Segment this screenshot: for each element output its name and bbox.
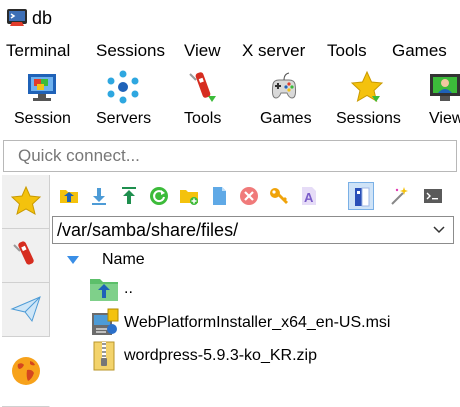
servers-icon [107,70,139,104]
title-bar: db [0,0,460,36]
menu-sessions[interactable]: Sessions [96,41,165,61]
terminal-button[interactable] [420,182,446,210]
globe-icon [12,357,40,385]
sessions-button[interactable]: Sessions [334,66,402,132]
delete-icon [240,187,258,205]
file-name: .. [124,280,133,297]
sftp-toolbar: A [52,178,460,214]
new-file-icon [213,187,226,205]
session-label: Session [14,110,71,127]
session-icon [28,74,56,101]
path-combobox[interactable]: /var/samba/share/files/ [52,216,454,244]
file-row-zip[interactable]: wordpress-5.9.3-ko_KR.zip [88,340,458,372]
view-icon [430,74,460,101]
window-title: db [32,8,53,28]
sidebar-tab-tools[interactable] [2,229,50,283]
sort-descending-icon [67,256,79,264]
file-row-msi[interactable]: WebPlatformInstaller_x64_en-US.msi [88,307,458,339]
file-name: WebPlatformInstaller_x64_en-US.msi [124,314,391,331]
split-view-button[interactable] [348,182,374,210]
download-button[interactable] [86,182,112,210]
tools-icon [13,241,34,265]
upload-icon [122,187,136,204]
refresh-icon [150,187,168,205]
terminal-icon [424,189,442,203]
sidebar-tab-sessions[interactable] [2,175,50,229]
file-row-parent[interactable]: .. [88,273,458,305]
sessions-label: Sessions [336,110,401,127]
parent-folder-icon [90,279,118,301]
delete-button[interactable] [236,182,262,210]
servers-button[interactable]: Servers [94,66,154,132]
text-mode-icon: A [302,187,316,205]
menu-games[interactable]: Games [392,41,447,61]
chevron-down-icon[interactable] [433,224,445,236]
name-column-header[interactable]: Name [102,251,145,269]
msi-installer-icon [92,308,119,335]
parent-directory-icon [60,190,78,203]
sidebar-tabs [2,175,50,407]
menu-tools[interactable]: Tools [327,41,367,61]
main-toolbar: Session Servers Tools Games Sessions Vie… [0,64,460,136]
file-list-header[interactable]: Name [66,250,456,272]
menu-bar: Terminal Sessions View X server Tools Ga… [0,38,460,64]
view-label: View [429,110,460,127]
games-icon [271,72,297,99]
magic-wand-button[interactable] [386,182,412,210]
download-icon [92,188,106,205]
quick-connect-box[interactable] [3,140,457,172]
paper-plane-icon [10,296,41,323]
sidebar-tab-sftp[interactable] [2,337,50,407]
permissions-button[interactable] [266,182,292,210]
current-path[interactable]: /var/samba/share/files/ [57,220,238,241]
zip-archive-icon [93,341,115,371]
file-name: wordpress-5.9.3-ko_KR.zip [124,347,317,364]
session-button[interactable]: Session [14,66,71,132]
refresh-button[interactable] [146,182,172,210]
mobaxterm-app-icon [7,9,27,26]
new-file-button[interactable] [206,182,232,210]
games-button[interactable]: Games [258,66,312,132]
tools-button[interactable]: Tools [182,66,226,132]
star-icon [10,185,42,215]
parent-directory-button[interactable] [56,182,82,210]
games-label: Games [260,110,312,127]
svg-text:A: A [304,190,314,205]
new-folder-button[interactable] [176,182,202,210]
permissions-key-icon [270,188,288,204]
servers-label: Servers [96,110,152,127]
new-folder-icon [180,190,198,205]
sidebar-tab-macros[interactable] [2,283,50,337]
menu-view[interactable]: View [184,41,221,61]
view-button[interactable]: View [428,66,460,132]
split-view-icon [355,187,370,207]
upload-button[interactable] [116,182,142,210]
tools-icon [189,72,216,102]
text-mode-button[interactable]: A [296,182,322,210]
tools-label: Tools [184,110,222,127]
quick-connect-input[interactable] [4,141,456,171]
magic-wand-icon [391,187,408,205]
menu-x-server[interactable]: X server [242,41,305,61]
menu-terminal[interactable]: Terminal [6,41,70,61]
star-icon [350,70,384,103]
